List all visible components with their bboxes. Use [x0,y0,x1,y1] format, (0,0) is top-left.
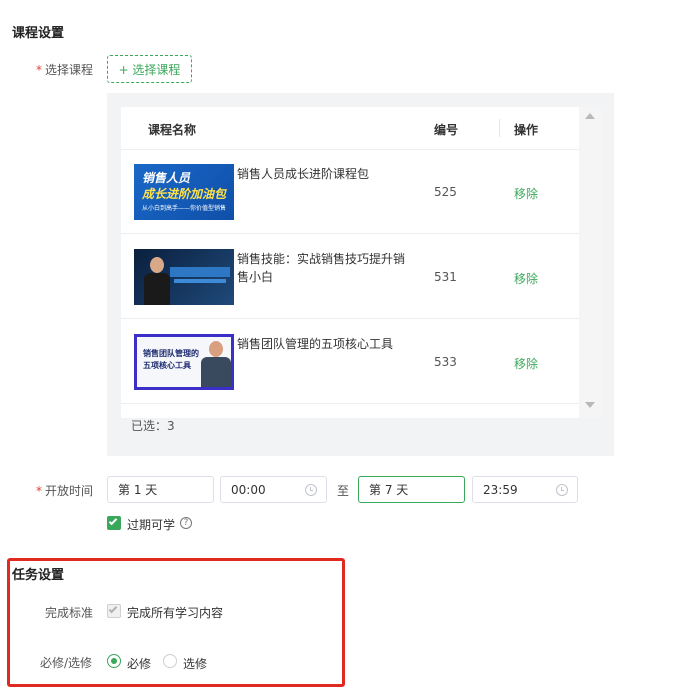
course-number: 531 [434,270,457,284]
optional-radio[interactable] [163,654,177,668]
course-name: 销售人员成长进阶课程包 [237,167,370,181]
course-thumbnail: 销售团队管理的 五项核心工具 [134,334,234,390]
course-name: 销售技能：实战销售技巧提升销售小白 [237,252,406,284]
table-row: 销售技能：实战销售技巧提升销售小白 531 移除 [121,235,579,319]
task-settings-title: 任务设置 [12,568,65,583]
scroll-up-icon[interactable] [585,113,595,119]
header-divider [499,119,500,137]
expired-learn-label: 过期可学 [127,518,176,532]
selected-count: 已选：3 [131,419,175,433]
clock-icon [556,484,568,496]
required-star: * [36,484,42,498]
start-day-input[interactable]: 第 1 天 [107,476,214,503]
select-course-button[interactable]: + 选择课程 [107,55,192,83]
required-radio[interactable] [107,654,121,668]
remove-link[interactable]: 移除 [514,270,538,287]
remove-link[interactable]: 移除 [514,355,538,372]
required-star: * [36,63,42,77]
end-day-input[interactable]: 第 7 天 [358,476,465,503]
complete-all-checkbox [107,604,121,618]
expired-learn-checkbox[interactable] [107,516,121,530]
course-number: 533 [434,355,457,369]
header-course-name: 课程名称 [148,123,197,137]
remove-link[interactable]: 移除 [514,185,538,202]
course-type-label: 必修/选修 [40,656,93,670]
course-settings-title: 课程设置 [12,26,65,41]
question-icon[interactable]: ? [180,517,192,529]
course-thumbnail [134,249,234,305]
start-time-input[interactable]: 00:00 [220,476,327,503]
selected-courses-panel: 课程名称 编号 操作 销售人员 成长进阶加油包 从小白到高手——你价值型销售 销… [107,93,614,456]
presenter-figure [201,341,231,387]
open-time-label: * 开放时间 [36,484,94,498]
presenter-figure [144,257,170,305]
required-option-label: 必修 [127,657,152,671]
course-number: 525 [434,185,457,199]
completion-standard-label: 完成标准 [45,606,94,620]
table-header: 课程名称 编号 操作 [121,107,579,150]
header-action: 操作 [514,123,539,137]
table-scrollbar[interactable] [579,107,601,418]
scroll-down-icon[interactable] [585,402,595,408]
table-row: 销售人员 成长进阶加油包 从小白到高手——你价值型销售 销售人员成长进阶课程包 … [121,150,579,234]
table-row: 销售团队管理的 五项核心工具 销售团队管理的五项核心工具 533 移除 [121,320,579,404]
course-thumbnail: 销售人员 成长进阶加油包 从小白到高手——你价值型销售 [134,164,234,220]
end-time-input[interactable]: 23:59 [472,476,578,503]
select-course-label: * 选择课程 [36,63,94,77]
course-name: 销售团队管理的五项核心工具 [237,337,394,351]
optional-option-label: 选修 [183,657,208,671]
header-course-no: 编号 [434,123,459,137]
course-table: 课程名称 编号 操作 销售人员 成长进阶加油包 从小白到高手——你价值型销售 销… [121,107,601,418]
clock-icon [305,484,317,496]
complete-all-label: 完成所有学习内容 [127,606,224,620]
range-separator: 至 [337,484,350,498]
